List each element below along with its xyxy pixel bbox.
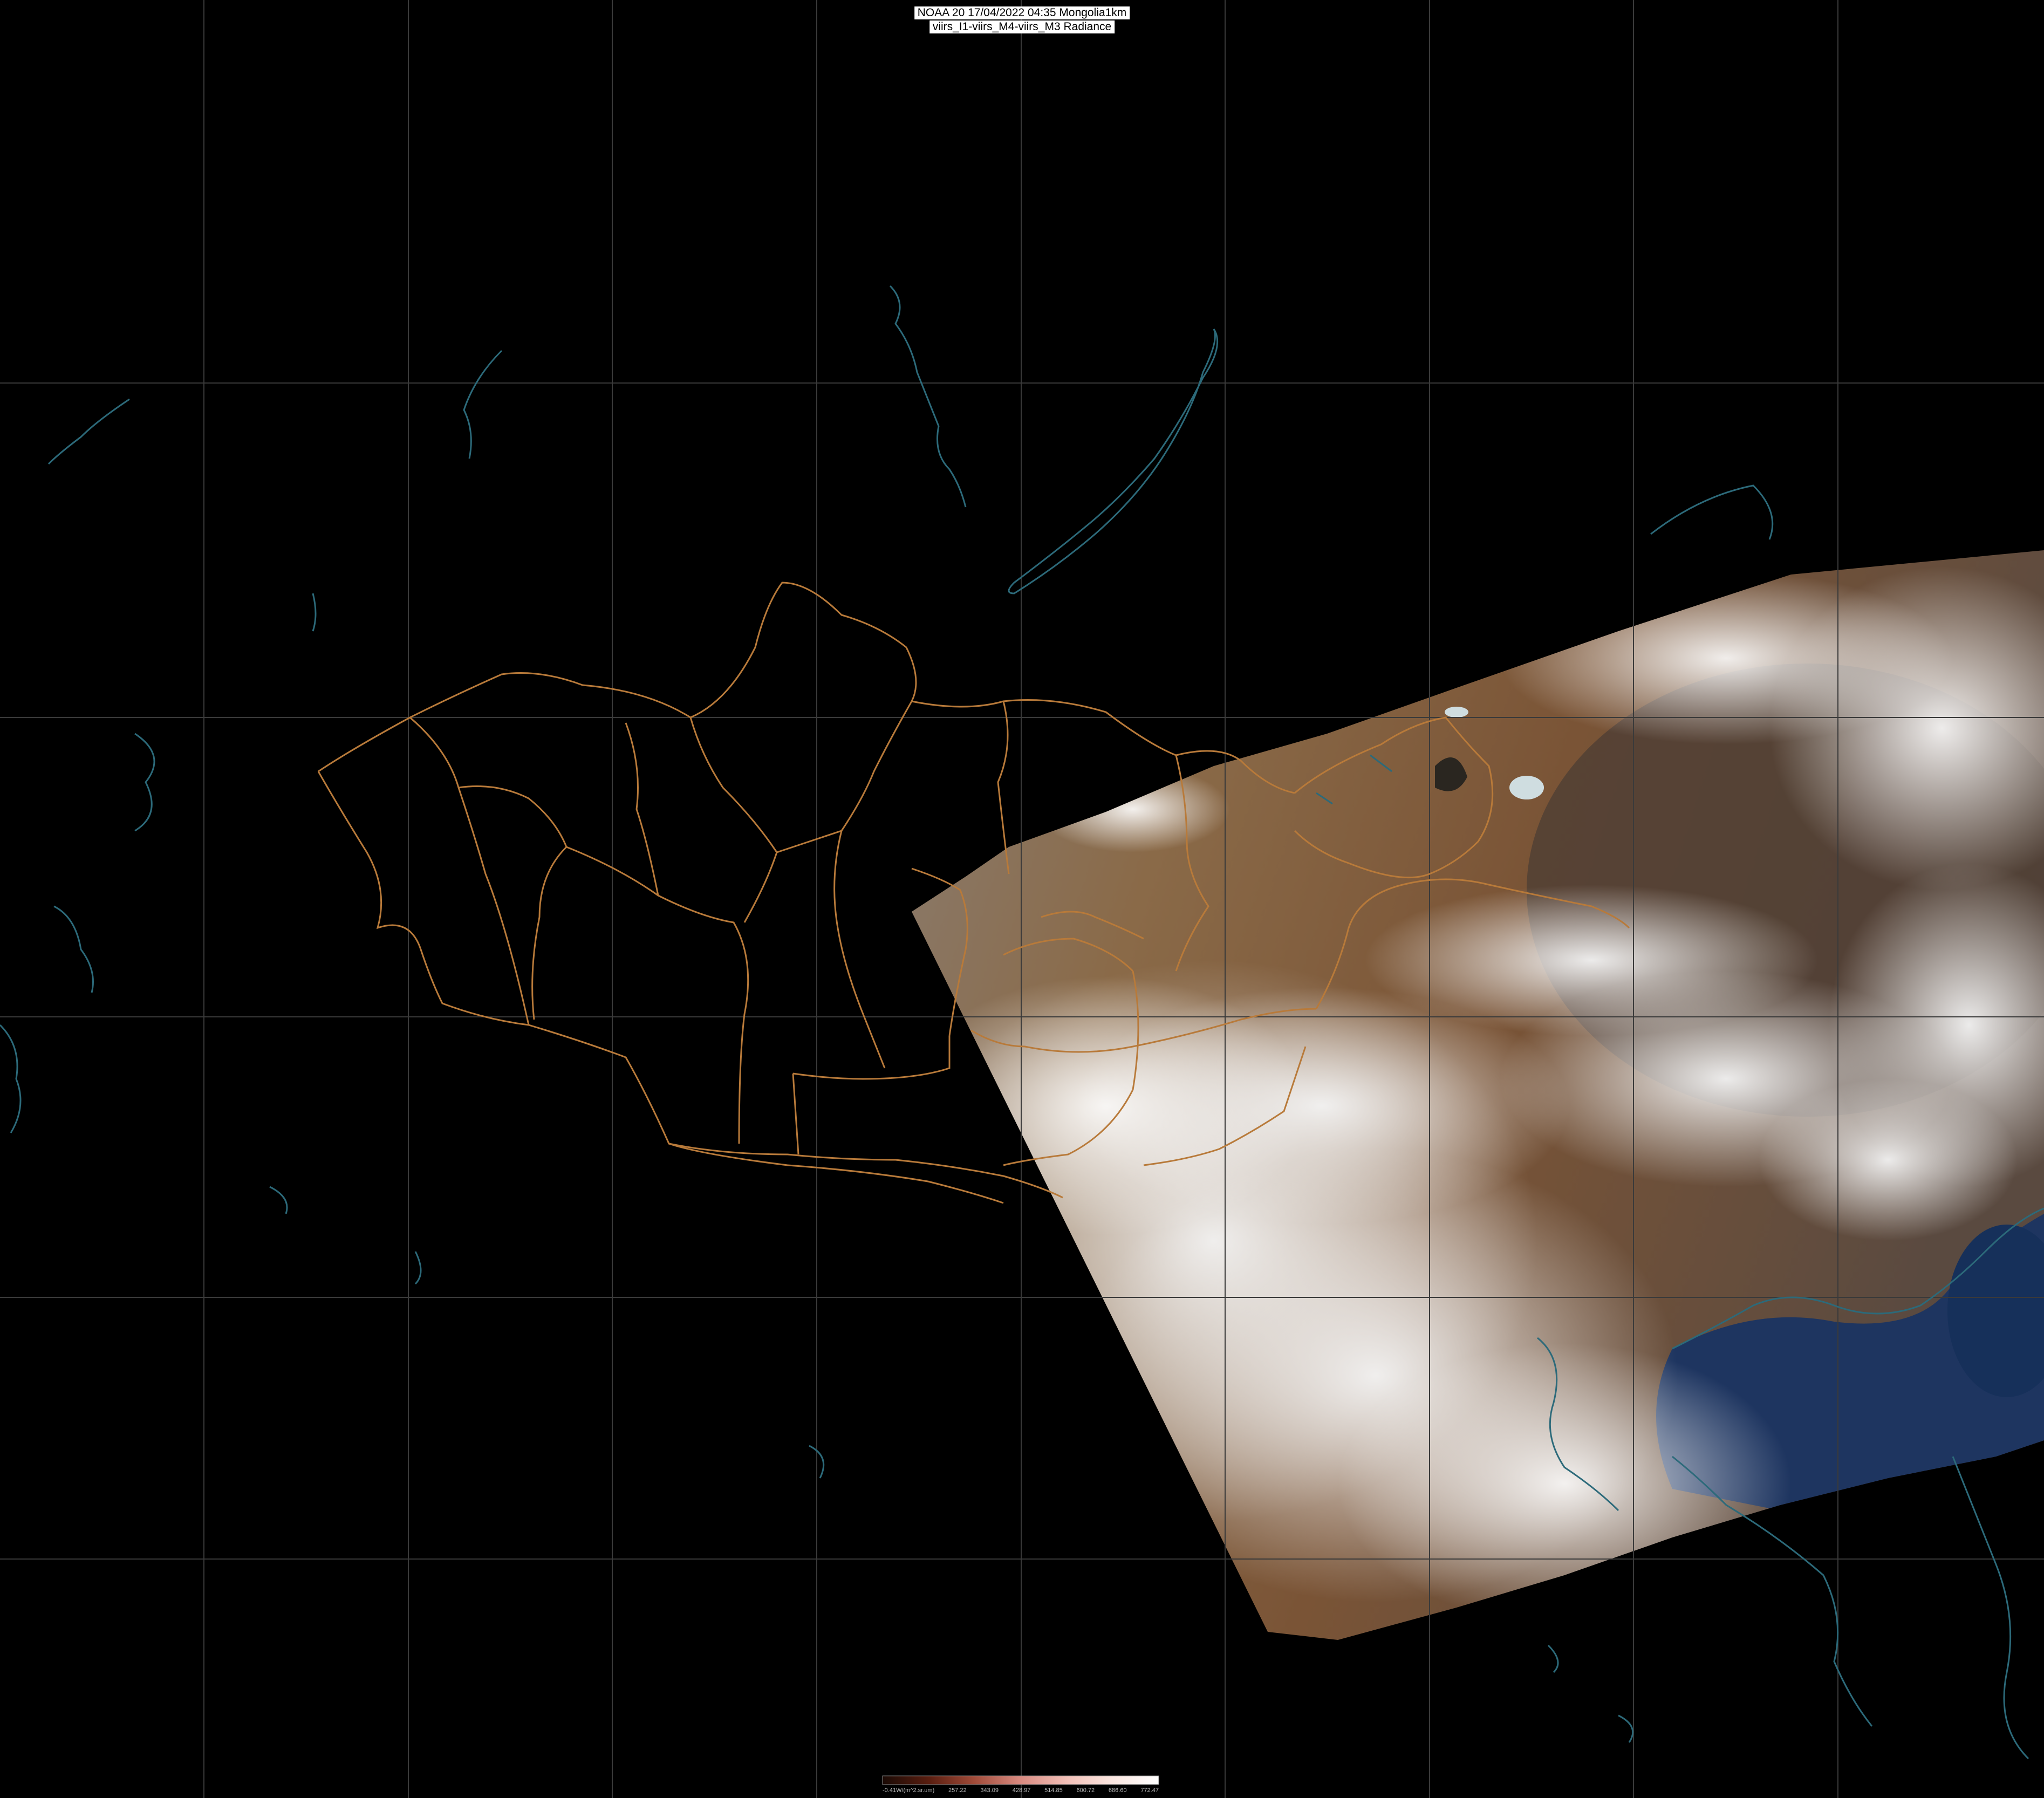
- satellite-map: [0, 0, 2044, 1798]
- title-line-1: NOAA 20 17/04/2022 04:35 Mongolia1km: [914, 6, 1130, 19]
- legend-labels: -0.41W/(m^2.sr.um) 257.22 343.09 428.97 …: [883, 1787, 1159, 1794]
- title-line-2: viirs_I1-viirs_M4-viirs_M3 Radiance: [929, 20, 1115, 33]
- legend-tick: 686.60: [1108, 1787, 1127, 1794]
- legend: -0.41W/(m^2.sr.um) 257.22 343.09 428.97 …: [883, 1776, 1159, 1794]
- legend-tick: 343.09: [980, 1787, 999, 1794]
- title-box: NOAA 20 17/04/2022 04:35 Mongolia1km vii…: [914, 6, 1130, 33]
- legend-tick: 514.85: [1044, 1787, 1063, 1794]
- legend-unit-label: -0.41W/(m^2.sr.um): [883, 1787, 935, 1794]
- legend-tick: 428.97: [1012, 1787, 1031, 1794]
- legend-tick: 772.47: [1140, 1787, 1159, 1794]
- legend-tick: 257.22: [948, 1787, 967, 1794]
- legend-tick: 600.72: [1076, 1787, 1095, 1794]
